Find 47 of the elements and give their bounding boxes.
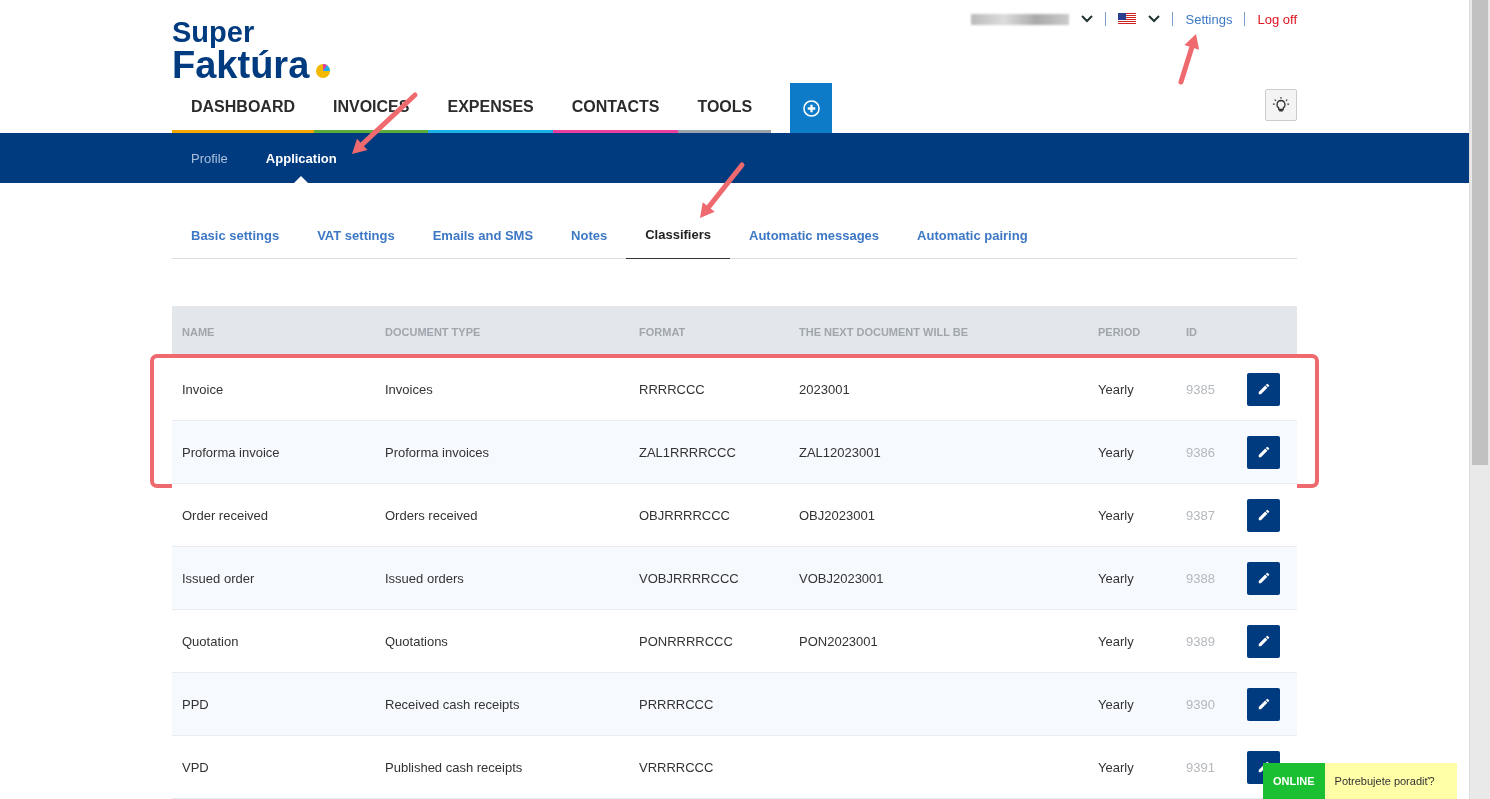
table-cell-text: Yearly bbox=[1097, 633, 1135, 649]
table-cell-text: Invoice bbox=[181, 381, 225, 397]
table-cell-text: PRRRRCCC bbox=[638, 696, 715, 712]
table-cell-text: PPD bbox=[181, 696, 210, 712]
table-cell-text: VOBJRRRRCCC bbox=[638, 570, 740, 586]
id-cell-text: 9389 bbox=[1185, 633, 1216, 649]
column-header: NAME bbox=[181, 326, 216, 338]
table-cell-text: Order received bbox=[181, 507, 269, 523]
table-cell-text: Quotations bbox=[384, 633, 449, 649]
table-cell-text: VOBJ2023001 bbox=[798, 570, 885, 586]
id-cell-text: 9390 bbox=[1185, 696, 1216, 712]
table-cell-text: Published cash receipts bbox=[384, 759, 524, 775]
table-cell-text: 2023001 bbox=[798, 381, 851, 397]
table-cell-text: ZAL1RRRRCCC bbox=[638, 444, 737, 460]
table-cell-text: Proforma invoice bbox=[181, 444, 281, 460]
column-header: ID bbox=[1185, 326, 1198, 338]
table-cell-text: Issued order bbox=[181, 570, 256, 586]
id-cell-text: 9391 bbox=[1185, 759, 1216, 775]
table-cell-text: Invoices bbox=[384, 381, 434, 397]
table-cell-text: Quotation bbox=[181, 633, 240, 649]
table-cell-text: Yearly bbox=[1097, 570, 1135, 586]
id-cell-text: 9388 bbox=[1185, 570, 1216, 586]
online-status: ONLINE bbox=[1263, 763, 1325, 799]
column-header: PERIOD bbox=[1097, 326, 1142, 338]
table-cell-text: Yearly bbox=[1097, 381, 1135, 397]
table-cell-text: OBJ2023001 bbox=[798, 507, 876, 523]
id-cell-text: 9385 bbox=[1185, 381, 1216, 397]
table-cell-text: Received cash receipts bbox=[384, 696, 521, 712]
column-header: DOCUMENT TYPE bbox=[384, 326, 482, 338]
table-cell-text: Yearly bbox=[1097, 444, 1135, 460]
table-cell-text: Issued orders bbox=[384, 570, 465, 586]
table-cell-text: RRRRCCC bbox=[638, 381, 706, 397]
table-cell-text: ZAL12023001 bbox=[798, 444, 882, 460]
table-cell-text: Yearly bbox=[1097, 696, 1135, 712]
table-cell-text: PON2023001 bbox=[798, 633, 879, 649]
table-cell-text: OBJRRRRCCC bbox=[638, 507, 731, 523]
id-cell-text: 9387 bbox=[1185, 507, 1216, 523]
column-header: THE NEXT DOCUMENT WILL BE bbox=[798, 326, 970, 338]
table-cell-text: VRRRRCCC bbox=[638, 759, 715, 775]
column-header: FORMAT bbox=[638, 326, 687, 338]
table-cell-text: Yearly bbox=[1097, 507, 1135, 523]
id-cell-text: 9386 bbox=[1185, 444, 1216, 460]
table-cell-text: VPD bbox=[181, 759, 210, 775]
table-cell-text: Yearly bbox=[1097, 759, 1135, 775]
table-cell-text: Orders received bbox=[384, 507, 479, 523]
table-cell-text: Proforma invoices bbox=[384, 444, 491, 460]
table-cell-text: PONRRRRCCC bbox=[638, 633, 734, 649]
